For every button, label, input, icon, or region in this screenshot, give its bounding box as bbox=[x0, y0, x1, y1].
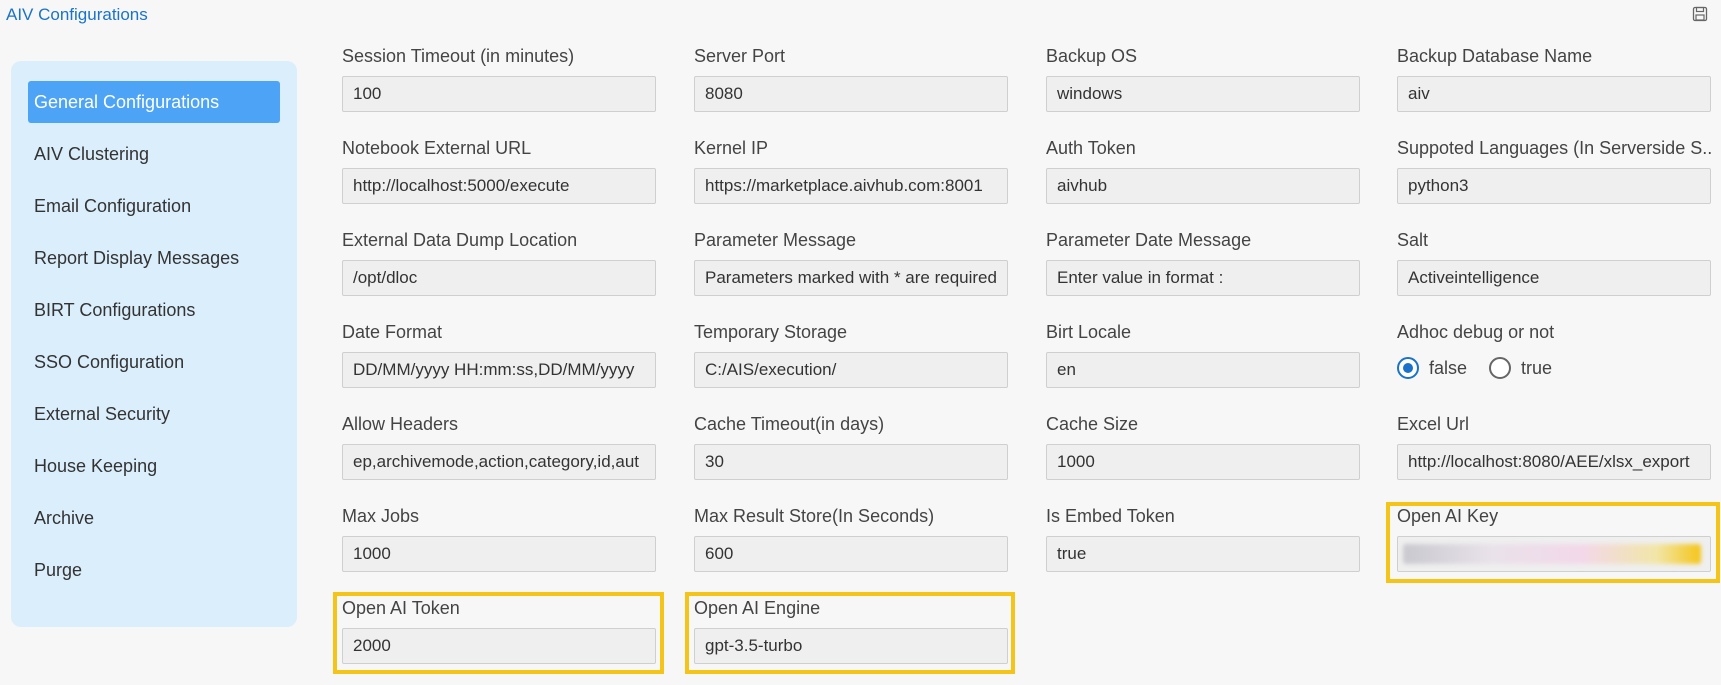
parameter-message-input[interactable] bbox=[694, 260, 1008, 296]
sidebar: General Configurations AIV Clustering Em… bbox=[11, 61, 297, 627]
parameter-date-message-label: Parameter Date Message bbox=[1046, 230, 1252, 250]
save-icon[interactable] bbox=[1692, 6, 1708, 22]
cache-timeout-input[interactable] bbox=[694, 444, 1008, 480]
sidebar-item-house-keeping[interactable]: House Keeping bbox=[28, 445, 280, 487]
salt-label: Salt bbox=[1397, 230, 1429, 250]
sidebar-item-archive[interactable]: Archive bbox=[28, 497, 280, 539]
open-ai-engine-label: Open AI Engine bbox=[694, 598, 821, 618]
sidebar-item-email-configuration[interactable]: Email Configuration bbox=[28, 185, 280, 227]
date-format-input[interactable] bbox=[342, 352, 656, 388]
sidebar-item-external-security[interactable]: External Security bbox=[28, 393, 280, 435]
sidebar-item-purge[interactable]: Purge bbox=[28, 549, 280, 591]
open-ai-key-label: Open AI Key bbox=[1397, 506, 1499, 526]
radio-checked-icon[interactable] bbox=[1397, 357, 1419, 379]
open-ai-engine-input[interactable] bbox=[694, 628, 1008, 664]
sidebar-item-birt-configurations[interactable]: BIRT Configurations bbox=[28, 289, 280, 331]
adhoc-debug-true-radio[interactable]: true bbox=[1489, 354, 1552, 382]
max-jobs-input[interactable] bbox=[342, 536, 656, 572]
kernel-ip-label: Kernel IP bbox=[694, 138, 769, 158]
session-timeout-label: Session Timeout (in minutes) bbox=[342, 46, 575, 66]
adhoc-debug-true-label: true bbox=[1521, 357, 1553, 378]
is-embed-token-label: Is Embed Token bbox=[1046, 506, 1175, 526]
cache-size-input[interactable] bbox=[1046, 444, 1360, 480]
date-format-label: Date Format bbox=[342, 322, 443, 342]
allow-headers-input[interactable] bbox=[342, 444, 656, 480]
temporary-storage-input[interactable] bbox=[694, 352, 1008, 388]
excel-url-label: Excel Url bbox=[1397, 414, 1470, 434]
sidebar-item-general-configurations[interactable]: General Configurations bbox=[28, 81, 280, 123]
birt-locale-label: Birt Locale bbox=[1046, 322, 1132, 342]
adhoc-debug-radio-group: false true bbox=[1397, 354, 1617, 382]
allow-headers-label: Allow Headers bbox=[342, 414, 459, 434]
kernel-ip-input[interactable] bbox=[694, 168, 1008, 204]
cache-timeout-label: Cache Timeout(in days) bbox=[694, 414, 885, 434]
parameter-date-message-input[interactable] bbox=[1046, 260, 1360, 296]
adhoc-debug-false-radio[interactable]: false bbox=[1397, 354, 1467, 382]
cache-size-label: Cache Size bbox=[1046, 414, 1139, 434]
backup-os-input[interactable] bbox=[1046, 76, 1360, 112]
adhoc-debug-label: Adhoc debug or not bbox=[1397, 322, 1555, 342]
parameter-message-label: Parameter Message bbox=[694, 230, 857, 250]
max-result-store-label: Max Result Store(In Seconds) bbox=[694, 506, 935, 526]
supported-languages-label: Suppoted Languages (In Serverside S... bbox=[1397, 138, 1711, 158]
redacted-key-blur bbox=[1403, 544, 1701, 564]
open-ai-token-input[interactable] bbox=[342, 628, 656, 664]
notebook-url-input[interactable] bbox=[342, 168, 656, 204]
notebook-url-label: Notebook External URL bbox=[342, 138, 532, 158]
server-port-label: Server Port bbox=[694, 46, 786, 66]
dump-location-label: External Data Dump Location bbox=[342, 230, 578, 250]
radio-unchecked-icon[interactable] bbox=[1489, 357, 1511, 379]
is-embed-token-input[interactable] bbox=[1046, 536, 1360, 572]
sidebar-item-aiv-clustering[interactable]: AIV Clustering bbox=[28, 133, 280, 175]
auth-token-label: Auth Token bbox=[1046, 138, 1136, 158]
server-port-input[interactable] bbox=[694, 76, 1008, 112]
auth-token-input[interactable] bbox=[1046, 168, 1360, 204]
backup-db-name-input[interactable] bbox=[1397, 76, 1711, 112]
backup-os-label: Backup OS bbox=[1046, 46, 1138, 66]
salt-input[interactable] bbox=[1397, 260, 1711, 296]
temporary-storage-label: Temporary Storage bbox=[694, 322, 848, 342]
max-result-store-input[interactable] bbox=[694, 536, 1008, 572]
backup-db-name-label: Backup Database Name bbox=[1397, 46, 1593, 66]
session-timeout-input[interactable] bbox=[342, 76, 656, 112]
excel-url-input[interactable] bbox=[1397, 444, 1711, 480]
open-ai-token-label: Open AI Token bbox=[342, 598, 460, 618]
sidebar-item-sso-configuration[interactable]: SSO Configuration bbox=[28, 341, 280, 383]
birt-locale-input[interactable] bbox=[1046, 352, 1360, 388]
adhoc-debug-false-label: false bbox=[1429, 357, 1468, 378]
app-title: AIV Configurations bbox=[6, 5, 148, 24]
supported-languages-input[interactable] bbox=[1397, 168, 1711, 204]
sidebar-item-report-display-messages[interactable]: Report Display Messages bbox=[28, 237, 280, 279]
dump-location-input[interactable] bbox=[342, 260, 656, 296]
max-jobs-label: Max Jobs bbox=[342, 506, 420, 526]
